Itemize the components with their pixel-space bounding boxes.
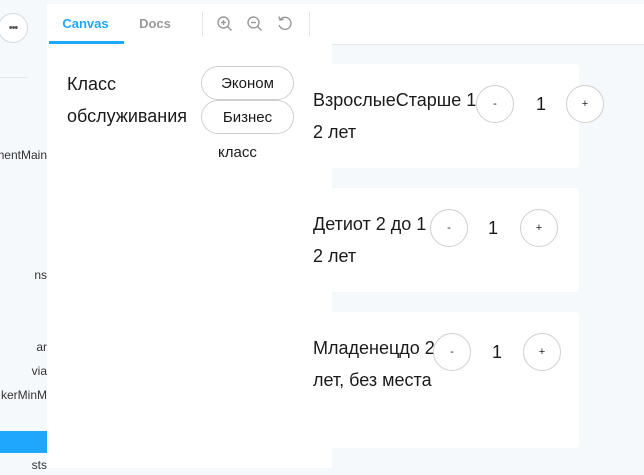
sidebar: ••• mentMain ns ar via kerMinM sts [0, 0, 47, 475]
passenger-card-infants: Младенецдо 2 лет, без места - 1 + [294, 312, 579, 448]
passenger-title: Младенецдо 2 лет, без места [313, 338, 435, 390]
tab-docs[interactable]: Docs [129, 4, 181, 44]
decrement-button[interactable]: - [430, 209, 468, 247]
passenger-title: Детиот 2 до 12 лет [313, 214, 427, 266]
decrement-button[interactable]: - [433, 333, 471, 371]
passenger-count: 1 [491, 342, 502, 362]
business-class-suffix: класс [218, 144, 257, 161]
business-class-button[interactable]: Бизнес [201, 100, 294, 134]
decrement-button[interactable]: - [476, 85, 514, 123]
sidebar-divider [0, 77, 28, 78]
passenger-count: 1 [535, 94, 546, 114]
toolbar-divider [309, 12, 310, 36]
more-icon: ••• [8, 22, 19, 34]
zoom-out-icon[interactable] [245, 14, 265, 34]
zoom-in-icon[interactable] [215, 14, 235, 34]
tab-canvas[interactable]: Canvas [47, 4, 124, 44]
sidebar-item[interactable]: via [32, 364, 47, 378]
economy-class-button[interactable]: Эконом [201, 66, 294, 100]
passenger-count: 1 [487, 218, 498, 238]
passenger-card-children: Детиот 2 до 12 лет - 1 + [294, 188, 579, 292]
canvas: Класс обслуживания Эконом Бизнес класс [47, 44, 332, 468]
more-options-button[interactable]: ••• [0, 13, 28, 43]
sidebar-item[interactable]: ns [34, 268, 47, 282]
increment-button[interactable]: + [520, 209, 558, 247]
sidebar-item[interactable]: ar [36, 340, 47, 354]
toolbar: Canvas Docs [47, 4, 644, 45]
toolbar-divider [202, 12, 203, 36]
passenger-card-adults: ВзрослыеСтарше 12 лет - 1 + [294, 64, 604, 168]
reset-zoom-icon[interactable] [275, 14, 295, 34]
passenger-title: ВзрослыеСтарше 12 лет [313, 90, 477, 142]
sidebar-item[interactable]: mentMain [0, 148, 47, 162]
sidebar-item[interactable]: sts [32, 458, 47, 472]
sidebar-item-active[interactable] [0, 431, 47, 453]
increment-button[interactable]: + [523, 333, 561, 371]
sidebar-item[interactable]: kerMinM [1, 388, 47, 402]
service-class-label: Класс обслуживания [67, 74, 188, 126]
increment-button[interactable]: + [566, 85, 604, 123]
